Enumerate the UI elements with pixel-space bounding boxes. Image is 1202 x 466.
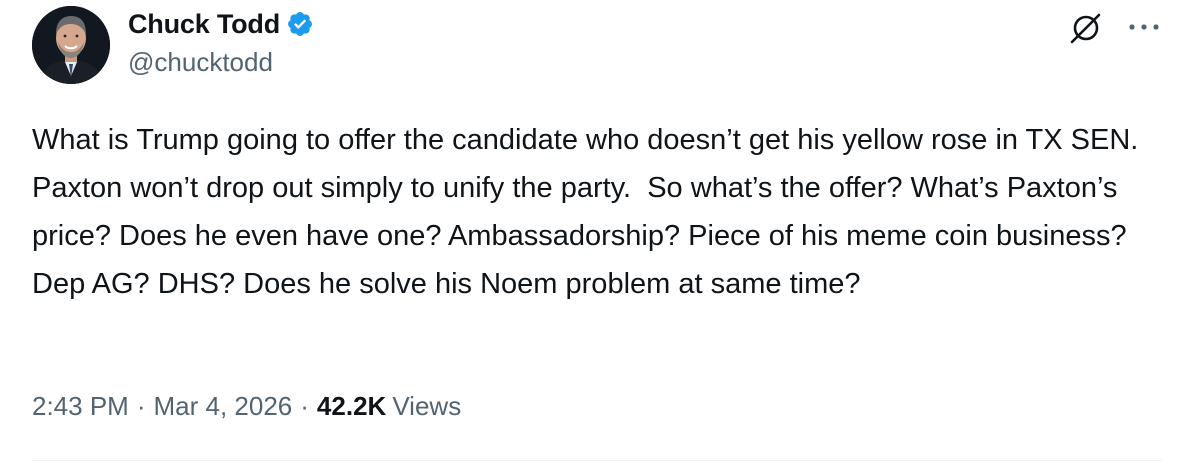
author-name-row: Chuck Todd xyxy=(128,6,314,42)
divider xyxy=(32,460,1162,461)
views-count[interactable]: 42.2K xyxy=(317,391,386,422)
more-options-icon[interactable] xyxy=(1124,20,1164,32)
meta-separator: · xyxy=(136,390,146,421)
views-label[interactable]: Views xyxy=(392,391,461,422)
tweet-meta: 2:43 PM · Mar 4, 2026 · 42.2K Views xyxy=(32,388,461,424)
avatar[interactable] xyxy=(32,6,110,84)
meta-separator: · xyxy=(300,390,309,421)
verified-badge-icon[interactable] xyxy=(286,10,314,38)
tweet-card: Chuck Todd @chucktodd What is Trump goin… xyxy=(0,0,1202,466)
tweet-text: What is Trump going to offer the candida… xyxy=(32,124,1155,300)
author-display-name[interactable]: Chuck Todd xyxy=(128,9,280,40)
tweet-date[interactable]: Mar 4, 2026 xyxy=(154,391,293,422)
author-handle[interactable]: @chucktodd xyxy=(128,47,273,78)
grok-icon[interactable] xyxy=(1066,8,1106,48)
tweet-time[interactable]: 2:43 PM xyxy=(32,391,129,422)
avatar-image xyxy=(32,6,110,84)
